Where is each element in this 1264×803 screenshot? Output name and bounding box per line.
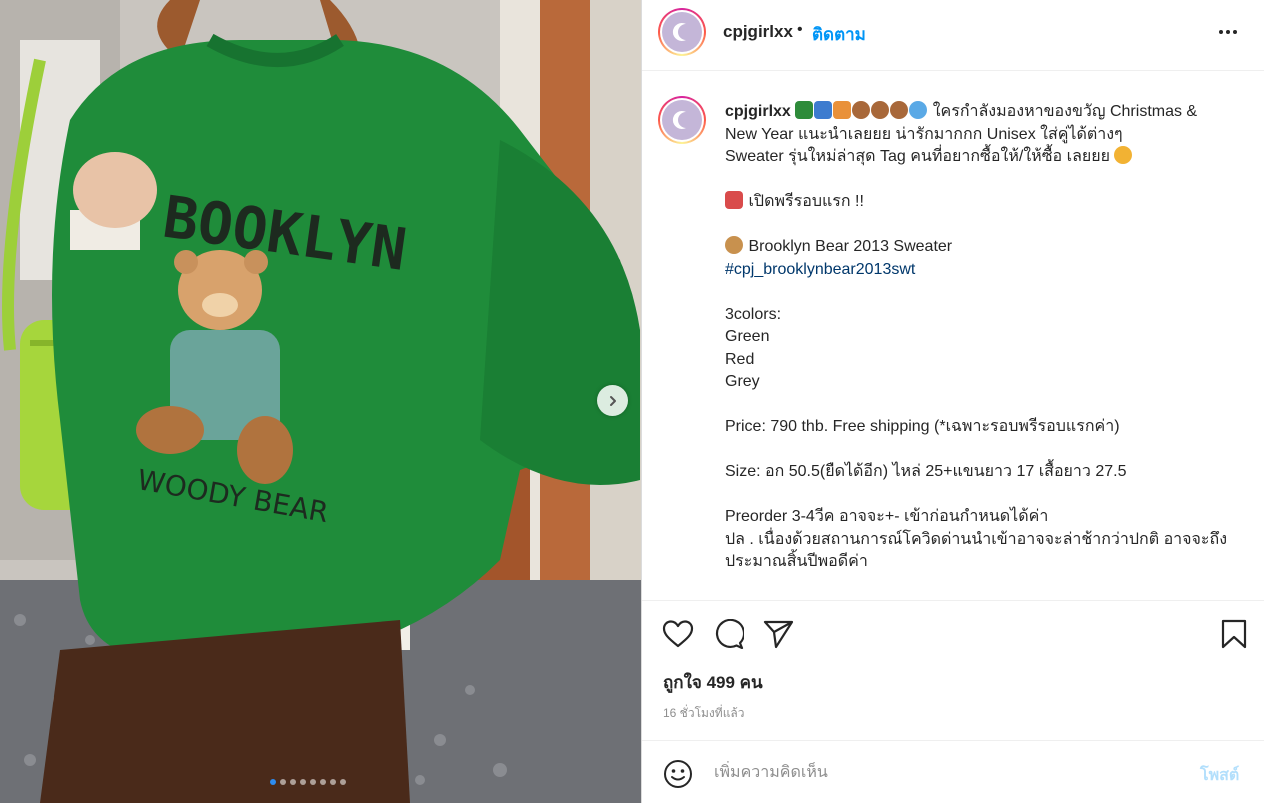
post-header: cpjgirlxx • ติดตาม bbox=[642, 0, 1264, 71]
bear-face-icon bbox=[871, 101, 890, 119]
carousel-indicator bbox=[270, 779, 346, 785]
follow-button[interactable]: ติดตาม bbox=[812, 21, 866, 48]
caption-line: ใครกำลังมองหาของขวัญ Christmas & bbox=[932, 103, 1198, 120]
post-details-panel: cpjgirlxx • ติดตาม cpjgirlxx ใครกำลังมอง… bbox=[642, 0, 1264, 803]
bear-face-icon bbox=[852, 101, 871, 119]
caption-text: cpjgirlxx ใครกำลังมองหาของขวัญ Christmas… bbox=[725, 101, 1235, 574]
post-image[interactable]: BOOKLYN WOODY BEAR bbox=[0, 0, 641, 803]
color-option: Grey bbox=[725, 373, 760, 390]
caption-username[interactable]: cpjgirlxx bbox=[725, 103, 791, 120]
shopping-cart-icon bbox=[725, 191, 743, 209]
comment-bar: โพสต์ bbox=[642, 740, 1264, 803]
caption-line: New Year แนะนำเลยยย น่ารักมากกก Unisex ใ… bbox=[725, 125, 1123, 143]
hashtag-link[interactable]: #cpj_brooklynbear2013swt bbox=[725, 259, 1235, 282]
post-comment-button[interactable]: โพสต์ bbox=[1200, 763, 1239, 788]
colors-title: 3colors: bbox=[725, 305, 782, 323]
gift-icon bbox=[833, 101, 852, 119]
carousel-dot bbox=[290, 779, 296, 785]
christmas-tree-icon bbox=[795, 101, 814, 119]
comment-input[interactable] bbox=[714, 761, 1184, 785]
caption-line: เปิดพรีรอบแรก !! bbox=[748, 193, 864, 210]
carousel-dot bbox=[320, 779, 326, 785]
moon-logo-icon bbox=[672, 23, 686, 41]
heart-icon[interactable] bbox=[662, 619, 694, 649]
moon-logo-icon bbox=[672, 111, 686, 129]
teddy-bear-icon bbox=[725, 236, 743, 254]
color-option: Red bbox=[725, 350, 755, 368]
carousel-dot bbox=[270, 779, 276, 785]
username[interactable]: cpjgirlxx bbox=[723, 22, 793, 42]
carousel-dot bbox=[300, 779, 306, 785]
product-name: Brooklyn Bear 2013 Sweater bbox=[748, 238, 953, 255]
emoji-icon[interactable] bbox=[663, 759, 693, 789]
color-option: Green bbox=[725, 328, 770, 345]
carousel-dot bbox=[340, 779, 346, 785]
photo-illustration: BOOKLYN WOODY BEAR bbox=[0, 0, 641, 803]
carousel-dot bbox=[280, 779, 286, 785]
carousel-next-button[interactable] bbox=[597, 385, 628, 416]
send-icon[interactable] bbox=[762, 619, 794, 649]
snowflake-icon bbox=[909, 101, 928, 119]
caption-line: Preorder 3-4วีค อาจจะ+- เข้าก่อนกำหนดได้… bbox=[725, 508, 1049, 525]
carousel-dot bbox=[310, 779, 316, 785]
more-horizontal-icon[interactable] bbox=[1218, 22, 1238, 42]
likes-count[interactable]: ถูกใจ 499 คน bbox=[663, 669, 763, 696]
caption-section: cpjgirlxx ใครกำลังมองหาของขวัญ Christmas… bbox=[642, 72, 1264, 600]
caption-avatar[interactable] bbox=[658, 96, 706, 144]
post-actions: ถูกใจ 499 คน 16 ชั่วโมงที่แล้ว bbox=[642, 600, 1264, 740]
separator: • bbox=[797, 21, 803, 38]
comment-icon[interactable] bbox=[712, 619, 744, 649]
smiling-hearts-icon bbox=[1114, 146, 1133, 164]
caption-line: ประมาณสิ้นปีพอดีค่า bbox=[725, 553, 868, 570]
post-timestamp[interactable]: 16 ชั่วโมงที่แล้ว bbox=[663, 704, 745, 723]
caption-line: ปล . เนื่องด้วยสถานการณ์โควิดด่านนำเข้าอ… bbox=[725, 530, 1227, 548]
caption-line: Sweater รุ่นใหม่ล่าสุด Tag คนที่อยากซื้อ… bbox=[725, 148, 1110, 165]
avatar[interactable] bbox=[658, 8, 706, 56]
calendar-icon bbox=[814, 101, 833, 119]
chevron-right-icon bbox=[609, 395, 616, 406]
carousel-dot bbox=[330, 779, 336, 785]
price-line: Price: 790 thb. Free shipping (*เฉพาะรอบ… bbox=[725, 418, 1120, 435]
bookmark-icon[interactable] bbox=[1220, 619, 1248, 649]
bear-face-icon bbox=[890, 101, 909, 119]
size-line: Size: อก 50.5(ยืดได้อีก) ไหล่ 25+แขนยาว … bbox=[725, 463, 1127, 480]
